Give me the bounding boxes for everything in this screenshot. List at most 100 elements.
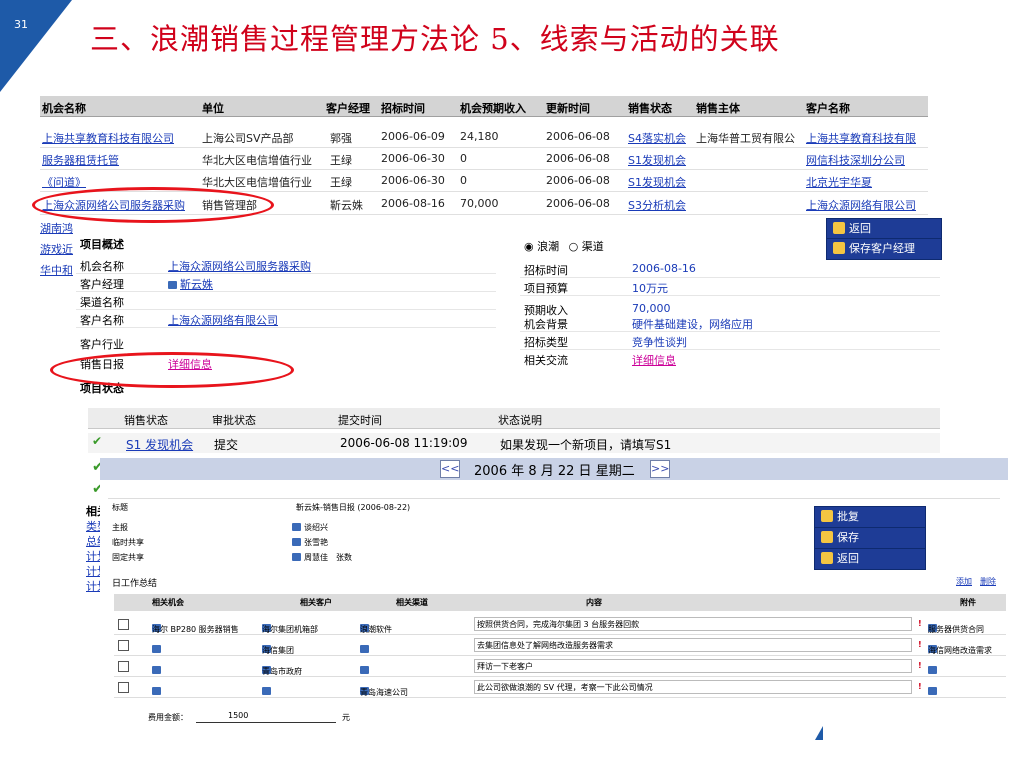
customer-link[interactable]: 北京光宇华夏 <box>806 174 872 190</box>
check-icon: ✔ <box>92 434 103 448</box>
fee-value: 1500 <box>228 711 249 720</box>
user-icon <box>292 553 301 561</box>
customer-name-link[interactable]: 上海众源网络有限公司 <box>168 312 278 328</box>
table-row[interactable]: 上海共享教育科技有限公司 上海公司SV产品部 郭强 2006-06-09 24,… <box>40 126 928 148</box>
opportunity-icon <box>152 666 161 674</box>
return-button[interactable]: 返回 <box>826 218 942 240</box>
customer-cell: 海尔集团机箱部 <box>262 625 318 634</box>
manager-link[interactable]: 靳云姝 <box>180 278 213 291</box>
field-value: 竞争性谈判 <box>632 336 687 349</box>
attachment-link[interactable]: 服务器供货合同 <box>928 624 984 635</box>
col-attachment: 附件 <box>960 598 976 607</box>
updated-cell: 2006-06-08 <box>546 174 610 187</box>
content-input[interactable]: 按照供货合同，完成海尔集团 3 台服务器回款 <box>474 617 912 631</box>
manager-cell: 郭强 <box>330 132 352 145</box>
status-table-header: 销售状态 审批状态 提交时间 状态说明 <box>88 408 940 429</box>
customer-link[interactable]: 上海众源网络有限公司 <box>806 197 916 213</box>
back-icon <box>821 552 833 564</box>
approve-button[interactable]: 批复 <box>814 506 926 528</box>
field-label: 客户名称 <box>80 314 124 327</box>
opportunity-name-link[interactable]: 上海众源网络公司服务器采购 <box>168 258 311 274</box>
opportunity-link[interactable]: 湖南鸿 <box>40 220 76 241</box>
report-title-value: 靳云姝-销售日报 (2006-08-22) <box>296 503 411 512</box>
col-bid-date: 招标时间 <box>381 102 425 115</box>
user-icon <box>292 538 301 546</box>
fragment-text: 计划 <box>86 580 100 593</box>
radio-inhouse[interactable]: ◉ <box>524 240 537 253</box>
sales-status-link[interactable]: S1 发现机会 <box>126 436 193 453</box>
related-exchange-link[interactable]: 详细信息 <box>632 352 676 368</box>
table-row[interactable]: 服务器租赁托管 华北大区电信增值行业 王绿 2006-06-30 0 2006-… <box>40 148 928 170</box>
col-content: 内容 <box>586 598 602 607</box>
col-submit-time: 提交时间 <box>338 414 382 427</box>
field-value: 周慧佳 张数 <box>304 553 352 562</box>
field-row: 招标类型 竞争性谈判 <box>520 332 940 350</box>
attachment-icon <box>928 666 937 674</box>
fee-input[interactable]: 1500 <box>196 710 336 723</box>
calendar-date: 2006 年 8 月 22 日 星期二 <box>474 464 635 479</box>
fragment-text: 类型 <box>86 520 100 533</box>
col-approval: 审批状态 <box>212 414 256 427</box>
save-button[interactable]: 保存 <box>814 527 926 549</box>
field-label: 项目预算 <box>524 282 568 295</box>
attachment-link[interactable]: 海信网络改造需求 <box>928 645 992 656</box>
customer-link[interactable]: 上海共享教育科技有限 <box>806 130 928 146</box>
opportunity-link[interactable]: 游戏近 <box>40 241 76 262</box>
revenue-cell: 24,180 <box>460 130 499 143</box>
col-sales-subject: 销售主体 <box>696 102 740 115</box>
sales-status-link[interactable]: S3分析机会 <box>628 197 686 213</box>
opportunity-cell: 海尔 BP280 服务器销售 <box>152 625 239 634</box>
content-input[interactable]: 此公司欲做浪潮的 SV 代理，考察一下此公司情况 <box>474 680 912 694</box>
row-checkbox[interactable] <box>118 619 129 630</box>
customer-icon <box>262 687 271 695</box>
col-customer: 相关客户 <box>300 598 332 607</box>
opportunity-link[interactable]: 上海共享教育科技有限公司 <box>42 130 198 146</box>
slide-corner-badge <box>0 0 72 92</box>
row-checkbox[interactable] <box>118 682 129 693</box>
table-row: 青岛海速公司 此公司欲做浪潮的 SV 代理，考察一下此公司情况 ! <box>114 677 1006 698</box>
unit-cell: 华北大区电信增值行业 <box>202 176 312 189</box>
radio-channel[interactable]: ○ <box>569 240 582 253</box>
updated-cell: 2006-06-08 <box>546 152 610 165</box>
col-channel: 相关渠道 <box>396 598 428 607</box>
add-link[interactable]: 添加 <box>956 576 972 587</box>
attachment-marker-icon: ! <box>918 640 922 649</box>
unit-cell: 华北大区电信增值行业 <box>202 154 312 167</box>
bid-date-cell: 2006-06-30 <box>381 174 445 187</box>
sales-status-link[interactable]: S4落实机会 <box>628 130 686 146</box>
bid-date-cell: 2006-06-30 <box>381 152 445 165</box>
customer-link[interactable]: 网信科技深圳分公司 <box>806 152 905 168</box>
row-checkbox[interactable] <box>118 640 129 651</box>
opportunity-link[interactable]: 服务器租赁托管 <box>42 152 119 168</box>
row-checkbox[interactable] <box>118 661 129 672</box>
save-manager-button[interactable]: 保存客户经理 <box>826 238 942 260</box>
opportunity-link[interactable]: 华中和 <box>40 262 76 283</box>
button-label: 保存 <box>837 531 859 544</box>
attachment-marker-icon: ! <box>918 682 922 691</box>
opportunity-link[interactable]: 《问道》 <box>42 174 86 190</box>
channel-cell: 青岛海速公司 <box>360 688 408 697</box>
content-input[interactable]: 去集团信息处了解网络改造服务器需求 <box>474 638 912 652</box>
save-icon <box>833 242 845 254</box>
field-row: 相关交流 详细信息 <box>520 350 940 367</box>
prev-day-button[interactable]: << <box>440 460 460 478</box>
col-sales-status: 销售状态 <box>628 102 672 115</box>
back-button[interactable]: 返回 <box>814 548 926 570</box>
field-label: 渠道名称 <box>80 296 124 309</box>
field-row: 客户名称 上海众源网络有限公司 <box>76 310 496 328</box>
delete-link[interactable]: 删除 <box>980 576 996 587</box>
table-row: 青岛市政府 拜访一下老客户 ! <box>114 656 1006 677</box>
field-value: 谈绍兴 <box>304 523 328 532</box>
button-label: 返回 <box>837 552 859 565</box>
col-customer: 客户名称 <box>806 102 850 115</box>
sales-status-link[interactable]: S1发现机会 <box>628 152 686 168</box>
sales-status-link[interactable]: S1发现机会 <box>628 174 686 190</box>
next-day-button[interactable]: >> <box>650 460 670 478</box>
field-row: 招标时间 2006-08-16 <box>520 260 940 278</box>
content-input[interactable]: 拜访一下老客户 <box>474 659 912 673</box>
channel-icon <box>360 645 369 653</box>
opportunity-icon <box>152 687 161 695</box>
col-manager: 客户经理 <box>326 102 370 115</box>
fee-label: 费用金额： <box>148 713 188 722</box>
channel-radio-group: ◉ 浪潮 ○ 渠道 <box>524 238 604 254</box>
